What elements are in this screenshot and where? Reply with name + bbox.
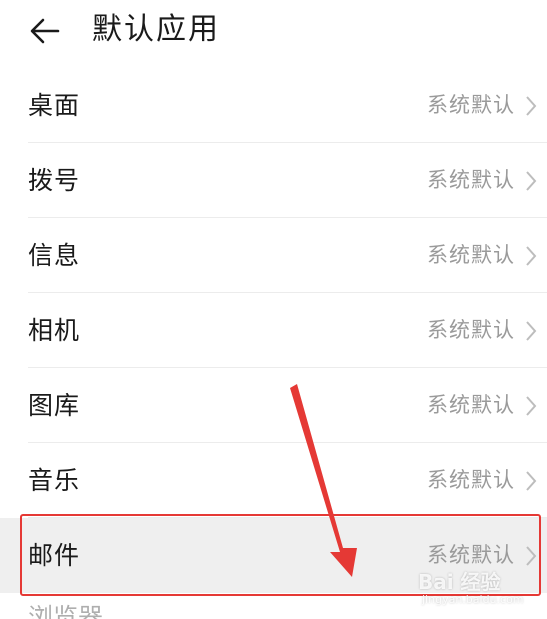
watermark-url: jingyan.baidu.com <box>422 593 524 606</box>
chevron-right-icon <box>526 471 537 491</box>
row-value: 系统默认 <box>427 168 515 192</box>
row-music[interactable]: 音乐 系统默认 <box>0 443 547 518</box>
row-label: 信息 <box>28 241 81 270</box>
chevron-right-icon <box>526 546 537 566</box>
row-browser-partial[interactable]: 浏览器 <box>28 603 103 619</box>
row-label: 拨号 <box>28 166 81 195</box>
row-gallery[interactable]: 图库 系统默认 <box>0 368 547 443</box>
page-title: 默认应用 <box>92 12 220 47</box>
row-label: 音乐 <box>28 466 81 495</box>
row-label: 相机 <box>28 316 81 345</box>
row-mail[interactable]: 邮件 系统默认 <box>0 518 547 593</box>
chevron-right-icon <box>526 246 537 266</box>
row-value: 系统默认 <box>427 243 515 267</box>
chevron-right-icon <box>526 96 537 116</box>
row-label: 图库 <box>28 391 81 420</box>
row-desktop[interactable]: 桌面 系统默认 <box>0 68 547 143</box>
row-messages[interactable]: 信息 系统默认 <box>0 218 547 293</box>
chevron-right-icon <box>526 396 537 416</box>
row-label: 桌面 <box>28 91 81 120</box>
row-value: 系统默认 <box>427 93 515 117</box>
default-apps-list: 桌面 系统默认 拨号 系统默认 信息 系统默认 相机 系统默认 图库 系统默认 … <box>0 68 547 593</box>
row-camera[interactable]: 相机 系统默认 <box>0 293 547 368</box>
row-dialer[interactable]: 拨号 系统默认 <box>0 143 547 218</box>
chevron-right-icon <box>526 321 537 341</box>
row-value: 系统默认 <box>427 468 515 492</box>
app-header: 默认应用 <box>0 0 547 64</box>
chevron-right-icon <box>526 171 537 191</box>
row-value: 系统默认 <box>427 318 515 342</box>
row-value: 系统默认 <box>427 543 515 567</box>
row-label: 邮件 <box>28 541 81 570</box>
arrow-left-icon[interactable] <box>28 14 62 48</box>
row-value: 系统默认 <box>427 393 515 417</box>
